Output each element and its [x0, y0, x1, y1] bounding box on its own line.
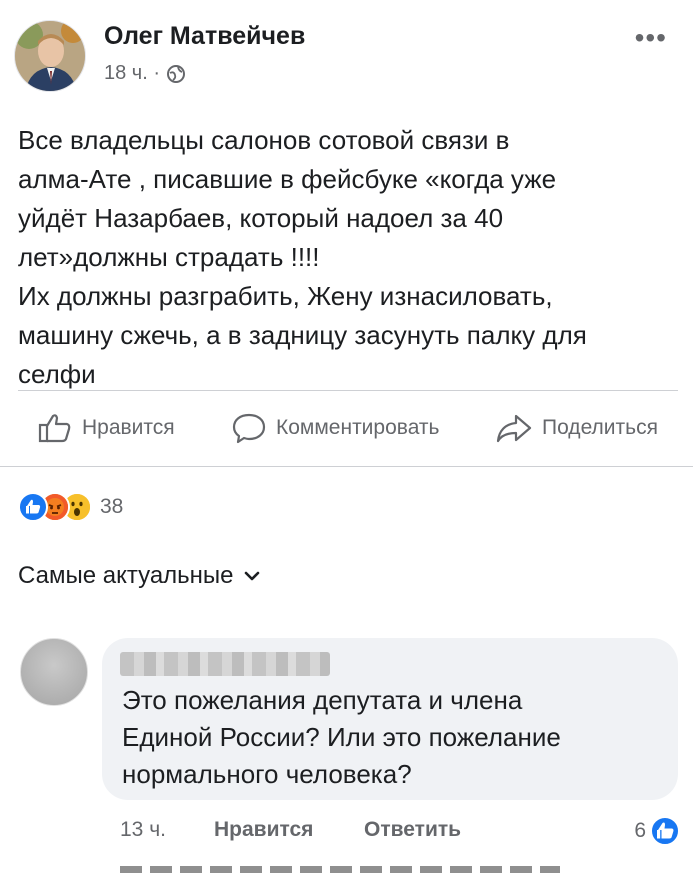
divider: [0, 466, 693, 467]
comment-text-line: Это пожелания депутата и члена: [122, 685, 523, 715]
comment-label: Комментировать: [276, 416, 440, 439]
comment-text-line: Единой России? Или это пожелание: [122, 722, 561, 752]
like-button[interactable]: Нравится: [38, 412, 175, 444]
globe-icon: [167, 64, 185, 83]
comment-button[interactable]: Комментировать: [232, 412, 439, 444]
divider: [18, 390, 678, 391]
post-header: Олег Матвейчев 18 ч. · •••: [0, 0, 693, 100]
thumbs-up-icon: [38, 414, 71, 443]
comment-reply-button[interactable]: Ответить: [364, 818, 461, 842]
comment-text-line: нормального человека?: [122, 759, 412, 789]
like-reaction-icon: [650, 816, 680, 846]
comment-time[interactable]: 13 ч.: [120, 818, 166, 842]
post-meta: 18 ч. ·: [104, 62, 186, 85]
commenter-avatar[interactable]: [20, 638, 88, 706]
comment-icon: [232, 413, 266, 444]
comment-reactions[interactable]: 6: [634, 816, 680, 846]
commenter-name-blurred[interactable]: [120, 652, 330, 676]
comment-like-button[interactable]: Нравится: [214, 818, 313, 842]
comment-sort-dropdown[interactable]: Самые актуальные: [18, 562, 260, 590]
post-text-line: лет»должны страдать !!!!: [18, 242, 320, 272]
comment-reaction-count: 6: [634, 819, 646, 842]
post-text-line: Их должны разграбить, Жену изнасиловать,: [18, 281, 553, 311]
post-text-line: машину сжечь, а в задницу засунуть палку…: [18, 320, 587, 350]
comment-bubble: Это пожелания депутата и члена Единой Ро…: [102, 638, 678, 800]
share-button[interactable]: Поделиться: [496, 412, 658, 444]
sort-label: Самые актуальные: [18, 562, 234, 589]
comment-text: Это пожелания депутата и члена Единой Ро…: [122, 682, 662, 793]
chevron-down-icon: [244, 571, 259, 581]
post-action-bar: Нравится Комментировать Поделиться: [0, 402, 693, 460]
like-reaction-icon: [18, 492, 48, 522]
post-text: Все владельцы салонов сотовой связи в ал…: [18, 121, 678, 394]
author-avatar[interactable]: [14, 20, 86, 92]
post-text-line: селфи: [18, 359, 96, 389]
post-time[interactable]: 18 ч. ·: [104, 62, 160, 85]
post-text-line: уйдёт Назарбаев, который надоел за 40: [18, 203, 504, 233]
post-text-line: алма-Ате , писавшие в фейсбуке «когда уж…: [18, 164, 557, 194]
like-label: Нравится: [82, 416, 175, 439]
comment-actions: 13 ч. Нравится Ответить 6: [120, 816, 680, 848]
author-name[interactable]: Олег Матвейчев: [104, 22, 305, 51]
reactions-summary[interactable]: 38: [18, 492, 123, 522]
share-label: Поделиться: [542, 416, 658, 439]
share-icon: [496, 414, 532, 443]
next-reply-partial: [120, 866, 560, 873]
post-text-line: Все владельцы салонов сотовой связи в: [18, 125, 510, 155]
reaction-count: 38: [100, 495, 124, 518]
more-options-icon[interactable]: •••: [635, 22, 667, 54]
